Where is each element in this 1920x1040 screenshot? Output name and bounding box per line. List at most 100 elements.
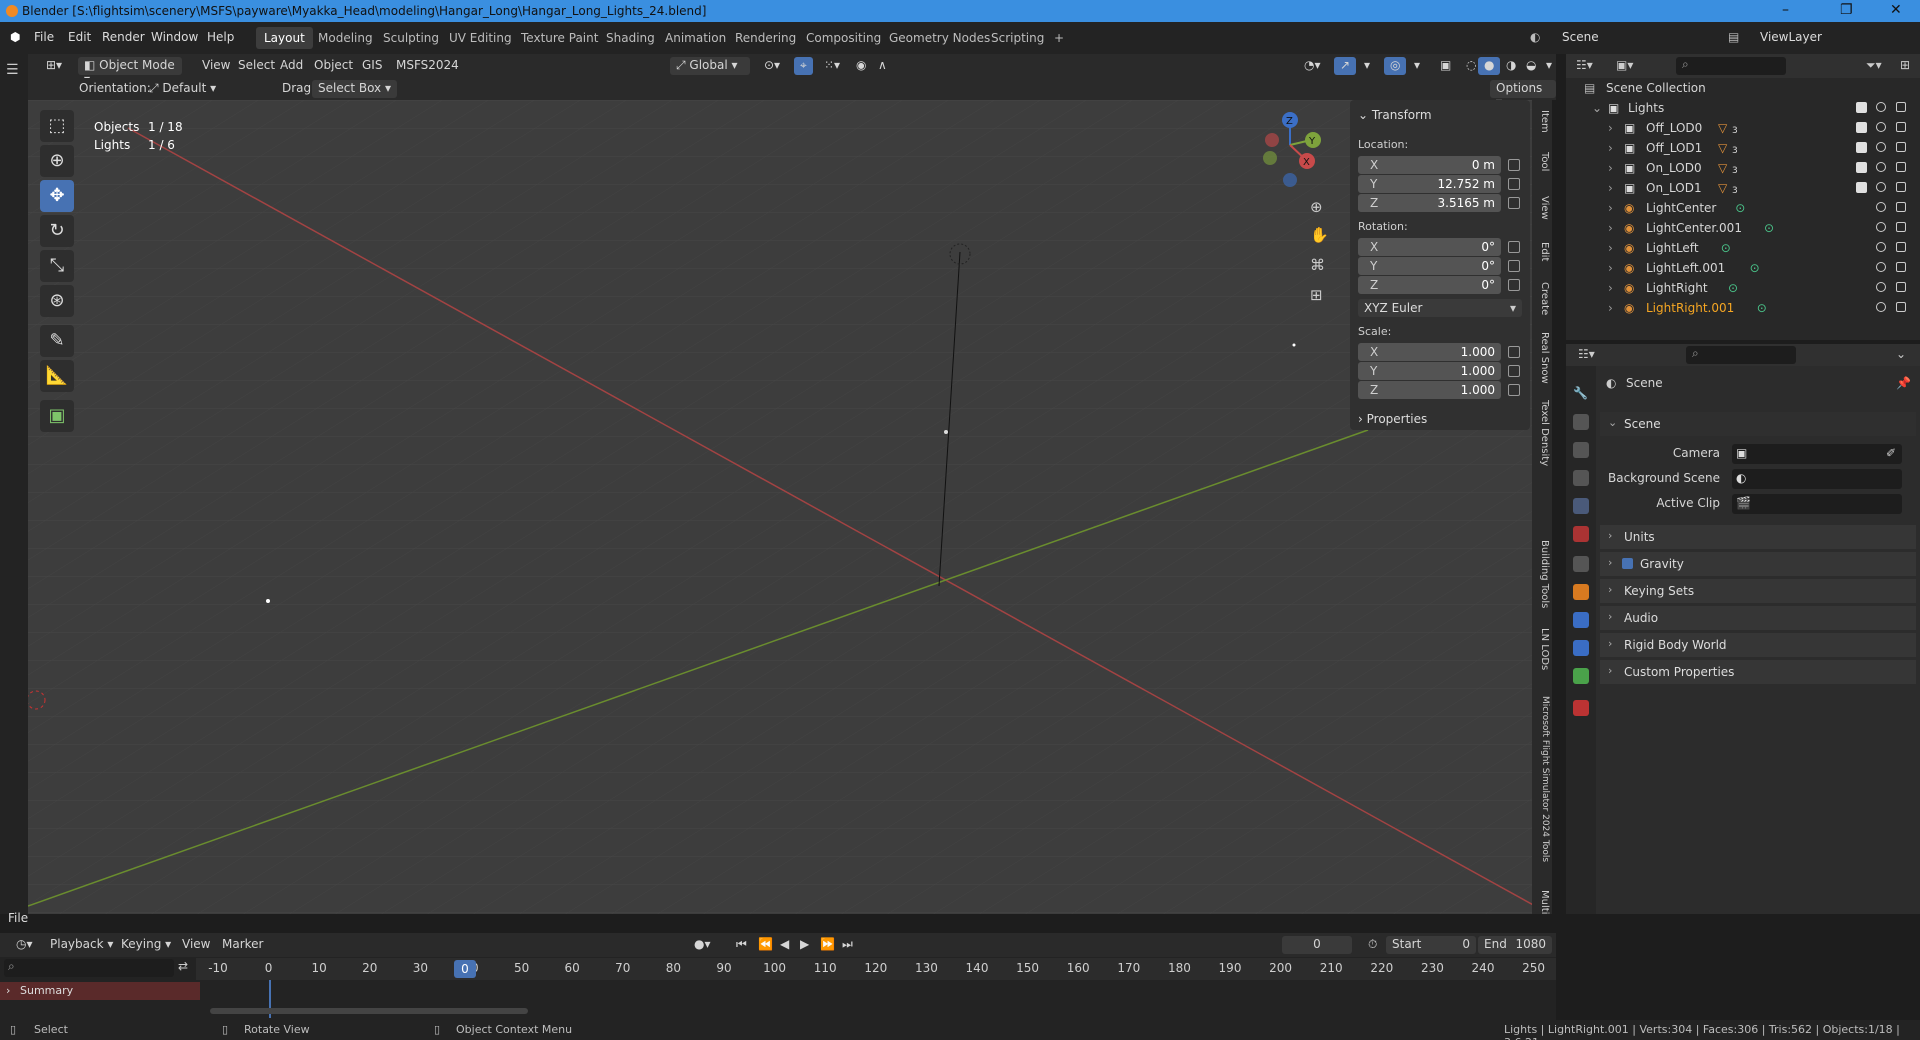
- jump-start-icon[interactable]: ⏮: [730, 936, 753, 954]
- light-origin-dot[interactable]: [944, 430, 948, 434]
- menu-gis[interactable]: GIS: [356, 57, 388, 75]
- snap-target-icon[interactable]: ⁙▾: [818, 57, 846, 75]
- tab-building-tools[interactable]: Building Tools: [1534, 540, 1550, 608]
- chevron-right-icon[interactable]: ›: [1608, 221, 1613, 235]
- data-tab-icon[interactable]: [1573, 668, 1589, 684]
- eye-icon[interactable]: [1876, 102, 1886, 112]
- menu-render[interactable]: Render: [102, 30, 145, 44]
- camera-render-icon[interactable]: [1896, 122, 1906, 132]
- menu-playback[interactable]: Playback ▾: [44, 936, 119, 954]
- menu-object[interactable]: Object: [308, 57, 359, 75]
- camera-render-icon[interactable]: [1896, 162, 1906, 172]
- tab-multi[interactable]: Multi: [1534, 890, 1550, 914]
- camera-render-icon[interactable]: [1896, 302, 1906, 312]
- orientation-dropdown[interactable]: ⤢ Default ▾: [143, 80, 263, 98]
- outliner-item[interactable]: › ◉ LightCenter ⊙: [1566, 198, 1920, 218]
- lock-icon[interactable]: [1508, 178, 1520, 190]
- timeline-editor-icon[interactable]: ◷▾: [10, 936, 39, 954]
- tab-layout[interactable]: Layout: [256, 27, 313, 49]
- location-y-field[interactable]: Y 12.752 m: [1358, 175, 1501, 193]
- chevron-right-icon[interactable]: ›: [1608, 181, 1613, 195]
- outliner-item[interactable]: › ◉ LightRight ⊙: [1566, 278, 1920, 298]
- checkbox-icon[interactable]: [1856, 122, 1867, 133]
- menu-file[interactable]: File: [34, 30, 54, 44]
- tab-msfs2024-tools[interactable]: Microsoft Flight Simulator 2024 Tools: [1534, 696, 1550, 862]
- tab-scripting[interactable]: Scripting: [983, 27, 1052, 49]
- eyedropper-icon[interactable]: ✐: [1886, 446, 1896, 460]
- outliner-item[interactable]: › ▣ Off_LOD1 ▽ 3: [1566, 138, 1920, 158]
- constraints-tab-icon[interactable]: [1573, 640, 1589, 656]
- eye-icon[interactable]: [1876, 142, 1886, 152]
- eye-icon[interactable]: [1876, 162, 1886, 172]
- pin-icon[interactable]: 📌: [1896, 376, 1911, 390]
- frame-ruler[interactable]: -100102030405060708090100110120130140150…: [196, 958, 1556, 980]
- chevron-down-icon[interactable]: ⌄: [1896, 347, 1906, 361]
- snap-icon[interactable]: ⌖: [794, 57, 813, 75]
- menu-window[interactable]: Window: [151, 30, 198, 44]
- eye-icon[interactable]: [1876, 262, 1886, 272]
- transform-tool-icon[interactable]: ⊛: [40, 285, 74, 317]
- tool-tab-icon[interactable]: 🔧: [1573, 386, 1589, 402]
- annotate-tool-icon[interactable]: ✎: [40, 325, 74, 357]
- render-tab-icon[interactable]: [1573, 414, 1589, 430]
- tab-tool[interactable]: Tool: [1534, 152, 1550, 171]
- rotation-y-field[interactable]: Y 0°: [1358, 257, 1501, 275]
- filter-icon[interactable]: ⏷▾: [1866, 58, 1882, 73]
- lock-icon[interactable]: [1508, 384, 1520, 396]
- options-dropdown[interactable]: Options ▾: [1490, 80, 1556, 109]
- rotation-z-field[interactable]: Z 0°: [1358, 276, 1501, 294]
- editor-type-icon[interactable]: ☰: [6, 62, 19, 78]
- menu-help[interactable]: Help: [207, 30, 234, 44]
- pan-hand-icon[interactable]: ✋: [1310, 226, 1329, 244]
- outliner-item[interactable]: › ▣ Off_LOD0 ▽ 3: [1566, 118, 1920, 138]
- outliner-root[interactable]: ▤ Scene Collection: [1566, 78, 1920, 98]
- tab-texel-density[interactable]: Texel Density: [1534, 400, 1550, 466]
- record-icon[interactable]: ●▾: [688, 936, 717, 954]
- cursor-tool-icon[interactable]: ⊕: [40, 145, 74, 177]
- solid-shading-icon[interactable]: ●: [1478, 57, 1501, 75]
- menu-add[interactable]: Add: [274, 57, 309, 75]
- view-layer-name[interactable]: ViewLayer: [1760, 30, 1822, 44]
- collection-tab-icon[interactable]: [1573, 556, 1589, 572]
- tab-modeling[interactable]: Modeling: [310, 27, 381, 49]
- lock-icon[interactable]: [1508, 159, 1520, 171]
- camera-render-icon[interactable]: [1896, 222, 1906, 232]
- location-x-field[interactable]: X0 m: [1358, 156, 1501, 174]
- measure-tool-icon[interactable]: 📐: [40, 360, 74, 392]
- world-tab-icon[interactable]: [1573, 526, 1589, 542]
- lock-icon[interactable]: [1508, 197, 1520, 209]
- checkbox-icon[interactable]: [1856, 142, 1867, 153]
- checkbox-icon[interactable]: [1856, 162, 1867, 173]
- display-mode-icon[interactable]: ▣▾: [1616, 58, 1633, 72]
- lock-icon[interactable]: [1508, 346, 1520, 358]
- outliner-editor-icon[interactable]: ☷▾: [1576, 58, 1593, 72]
- viewport-editor-type-icon[interactable]: ⊞▾: [40, 57, 68, 75]
- camera-render-icon[interactable]: [1896, 242, 1906, 252]
- scene-name[interactable]: Scene: [1562, 30, 1599, 44]
- visibility-icon[interactable]: ◔▾: [1298, 57, 1327, 75]
- rotation-mode-dropdown[interactable]: XYZ Euler ▾: [1358, 299, 1522, 317]
- outliner-item[interactable]: › ▣ On_LOD1 ▽ 3: [1566, 178, 1920, 198]
- lock-icon[interactable]: [1508, 279, 1520, 291]
- tab-animation[interactable]: Animation: [657, 27, 734, 49]
- falloff-icon[interactable]: ∧: [872, 57, 893, 75]
- eye-icon[interactable]: [1876, 202, 1886, 212]
- shading-dropdown-icon[interactable]: ▾: [1540, 57, 1558, 75]
- menu-timeline-view[interactable]: View: [176, 936, 216, 954]
- proportional-edit-icon[interactable]: ◉: [850, 57, 872, 75]
- scene-tab-icon[interactable]: [1573, 498, 1589, 514]
- gravity-checkbox[interactable]: [1622, 558, 1633, 569]
- eye-icon[interactable]: [1876, 122, 1886, 132]
- camera-field[interactable]: ▣ ✐: [1732, 444, 1902, 464]
- outliner-collection-lights[interactable]: ⌄ ▣ Lights: [1566, 98, 1920, 118]
- menu-view[interactable]: View: [196, 57, 236, 75]
- select-box-tool-icon[interactable]: ⬚: [40, 110, 74, 142]
- outliner-item[interactable]: › ▣ On_LOD0 ▽ 3: [1566, 158, 1920, 178]
- rotate-tool-icon[interactable]: ↻: [40, 215, 74, 247]
- 3d-viewport[interactable]: Z Y X Objects 1 / 18 Lights 1 / 6 ⊕ ✋ ⌘ …: [28, 100, 1546, 914]
- stopwatch-icon[interactable]: ⏱: [1362, 936, 1383, 954]
- swap-icon[interactable]: ⇄: [178, 959, 188, 973]
- tab-sculpting[interactable]: Sculpting: [375, 27, 447, 49]
- start-frame-field[interactable]: Start 0: [1386, 936, 1476, 954]
- texture-tab-icon[interactable]: [1573, 700, 1589, 716]
